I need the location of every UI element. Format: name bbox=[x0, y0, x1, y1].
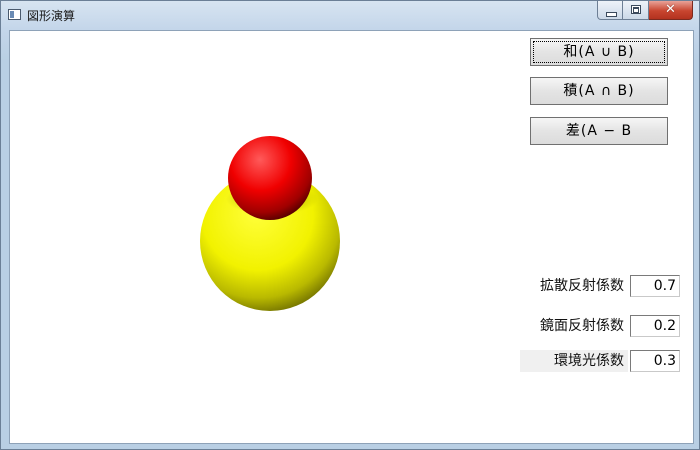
maximize-button[interactable] bbox=[623, 1, 649, 20]
minimize-button[interactable] bbox=[597, 1, 623, 20]
caption-buttons: ✕ bbox=[597, 1, 693, 21]
diffuse-input[interactable]: 0.7 bbox=[630, 275, 680, 297]
app-window: 図形演算 ✕ 和(A ∪ B) 積(A ∩ B) 差(A − B 拡散反射係数 … bbox=[0, 0, 700, 450]
minimize-icon bbox=[606, 12, 617, 17]
sphere-b bbox=[228, 136, 312, 220]
render-canvas bbox=[200, 136, 340, 311]
client-area: 和(A ∪ B) 積(A ∩ B) 差(A − B 拡散反射係数 0.7 鏡面反… bbox=[9, 30, 694, 444]
union-button[interactable]: 和(A ∪ B) bbox=[530, 38, 668, 66]
close-icon: ✕ bbox=[665, 2, 676, 17]
app-window-icon bbox=[8, 9, 21, 20]
ambient-input[interactable]: 0.3 bbox=[630, 350, 680, 372]
specular-label: 鏡面反射係数 bbox=[540, 318, 624, 334]
ambient-label: 環境光係数 bbox=[520, 350, 628, 372]
difference-button[interactable]: 差(A − B bbox=[530, 117, 668, 145]
diffuse-label: 拡散反射係数 bbox=[540, 278, 624, 294]
intersection-button[interactable]: 積(A ∩ B) bbox=[530, 77, 668, 105]
specular-input[interactable]: 0.2 bbox=[630, 315, 680, 337]
title-bar[interactable]: 図形演算 ✕ bbox=[1, 1, 699, 29]
window-title: 図形演算 bbox=[27, 9, 76, 23]
maximize-icon bbox=[631, 5, 641, 14]
close-button[interactable]: ✕ bbox=[649, 1, 693, 20]
